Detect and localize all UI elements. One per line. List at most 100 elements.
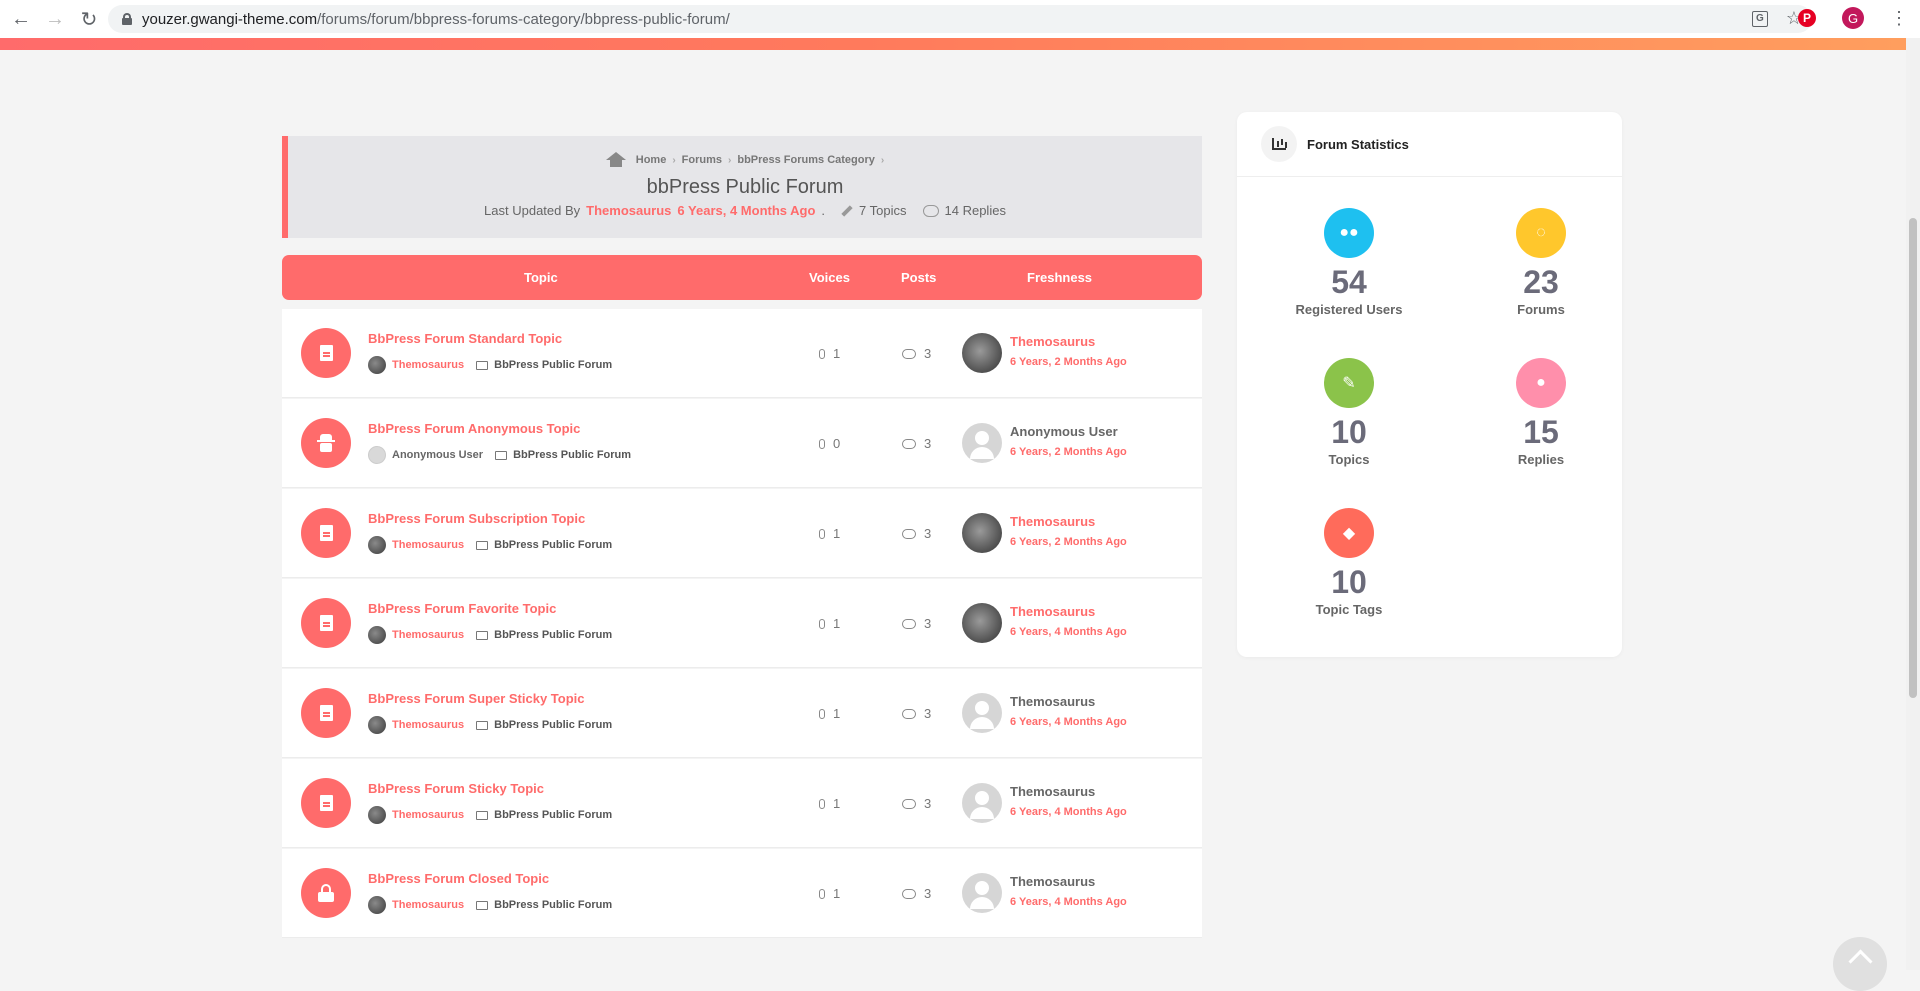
topic-forum-link[interactable]: BbPress Public Forum (494, 359, 612, 371)
author-avatar[interactable] (368, 716, 386, 734)
address-bar[interactable]: youzer.gwangi-theme.com/forums/forum/bbp… (108, 5, 1812, 33)
table-row: BbPress Forum Sticky Topic Themosaurus B… (282, 759, 1202, 848)
topic-forum-link[interactable]: BbPress Public Forum (494, 719, 612, 731)
freshness-time-link[interactable]: 6 Years, 4 Months Ago (1010, 626, 1127, 638)
pinterest-extension-icon[interactable]: P (1798, 9, 1816, 27)
topic-forum-link[interactable]: BbPress Public Forum (494, 629, 612, 641)
topic-title-link[interactable]: BbPress Forum Closed Topic (368, 871, 549, 886)
posts-stat: 3 (902, 526, 931, 541)
page-scrollbar[interactable] (1906, 38, 1920, 970)
topic-forum-link[interactable]: BbPress Public Forum (494, 809, 612, 821)
topic-title-link[interactable]: BbPress Forum Sticky Topic (368, 781, 544, 796)
comments-icon (902, 438, 916, 449)
comments-icon (902, 618, 916, 629)
author-avatar[interactable] (368, 356, 386, 374)
home-icon[interactable] (605, 152, 626, 168)
table-row: BbPress Forum Subscription Topic Themosa… (282, 489, 1202, 578)
freshness-avatar[interactable] (962, 783, 1002, 823)
freshness-author-link[interactable]: Themosaurus (1010, 784, 1095, 799)
topic-forum-link[interactable]: BbPress Public Forum (494, 539, 612, 551)
scrollbar-thumb[interactable] (1909, 218, 1917, 698)
voices-count: 1 (833, 346, 841, 361)
topic-author-link[interactable]: Themosaurus (392, 719, 464, 731)
freshness-time-link[interactable]: 6 Years, 4 Months Ago (1010, 716, 1127, 728)
freshness-time-link[interactable]: 6 Years, 4 Months Ago (1010, 806, 1127, 818)
freshness-author-link[interactable]: Themosaurus (1010, 874, 1095, 889)
topic-author-link[interactable]: Themosaurus (392, 809, 464, 821)
freshness-time-link[interactable]: 6 Years, 2 Months Ago (1010, 536, 1127, 548)
table-row: BbPress Forum Closed Topic Themosaurus B… (282, 849, 1202, 938)
author-avatar[interactable] (368, 896, 386, 914)
stat-label: Topic Tags (1315, 602, 1383, 617)
posts-count: 3 (924, 436, 932, 451)
topic-forum-link[interactable]: BbPress Public Forum (494, 899, 612, 911)
topic-document-icon (301, 328, 351, 378)
posts-stat: 3 (902, 616, 931, 631)
topic-author-link[interactable]: Themosaurus (392, 359, 464, 371)
microphone-icon (819, 618, 825, 629)
scroll-to-top-button[interactable] (1833, 937, 1887, 991)
freshness-author-link[interactable]: Themosaurus (1010, 694, 1095, 709)
topic-title-link[interactable]: BbPress Forum Subscription Topic (368, 511, 585, 526)
back-button[interactable]: ← (4, 2, 38, 36)
topic-forum-link[interactable]: BbPress Public Forum (513, 449, 631, 461)
posts-count: 3 (924, 886, 932, 901)
topic-author-link[interactable]: Themosaurus (392, 539, 464, 551)
posts-stat: 3 (902, 796, 931, 811)
topics-table-header: Topic Voices Posts Freshness (282, 255, 1202, 300)
author-avatar[interactable] (368, 806, 386, 824)
microphone-icon (819, 888, 825, 899)
reload-button[interactable]: ↻ (72, 2, 106, 36)
folder-icon (476, 540, 489, 550)
topic-title-link[interactable]: BbPress Forum Standard Topic (368, 331, 562, 346)
topic-title-link[interactable]: BbPress Forum Anonymous Topic (368, 421, 580, 436)
breadcrumb-separator: › (728, 154, 732, 166)
freshness-time-link[interactable]: 6 Years, 2 Months Ago (1010, 446, 1127, 458)
table-row: BbPress Forum Standard Topic Themosaurus… (282, 309, 1202, 398)
stat-topic-tags: ◆ 10 Topic Tags (1269, 508, 1429, 617)
microphone-icon (819, 798, 825, 809)
breadcrumb-category[interactable]: bbPress Forums Category (737, 154, 875, 166)
breadcrumb-forums[interactable]: Forums (682, 154, 722, 166)
last-updated-author[interactable]: Themosaurus (586, 203, 671, 218)
comments-icon (902, 528, 916, 539)
header-voices: Voices (809, 270, 850, 285)
forum-meta: Last Updated By Themosaurus 6 Years, 4 M… (484, 203, 1006, 218)
posts-count: 3 (924, 796, 932, 811)
topic-title-link[interactable]: BbPress Forum Favorite Topic (368, 601, 556, 616)
topic-author-link[interactable]: Themosaurus (392, 899, 464, 911)
author-avatar[interactable] (368, 626, 386, 644)
topic-title-link[interactable]: BbPress Forum Super Sticky Topic (368, 691, 584, 706)
stat-registered-users: ●● 54 Registered Users (1269, 208, 1429, 317)
table-row: BbPress Forum Favorite Topic Themosaurus… (282, 579, 1202, 668)
freshness-time-link[interactable]: 6 Years, 2 Months Ago (1010, 356, 1127, 368)
breadcrumb-home[interactable]: Home (636, 154, 667, 166)
folder-icon (495, 450, 508, 460)
topic-spy-icon (301, 418, 351, 468)
freshness-avatar[interactable] (962, 333, 1002, 373)
last-updated-time[interactable]: 6 Years, 4 Months Ago (677, 203, 815, 218)
voices-stat: 1 (819, 706, 840, 721)
author-avatar[interactable] (368, 536, 386, 554)
widget-header: Forum Statistics (1237, 112, 1622, 177)
folder-icon (476, 900, 489, 910)
browser-menu-icon[interactable]: ⋮ (1890, 8, 1908, 29)
topic-author: Anonymous User (392, 449, 484, 461)
freshness-author-link[interactable]: Themosaurus (1010, 514, 1095, 529)
folder-icon (476, 720, 489, 730)
freshness-author-link[interactable]: Themosaurus (1010, 334, 1095, 349)
translate-icon[interactable]: G (1751, 10, 1768, 27)
profile-avatar[interactable]: G (1842, 7, 1864, 29)
forward-button[interactable]: → (38, 2, 72, 36)
stat-replies: ● 15 Replies (1461, 358, 1621, 467)
topic-author-link[interactable]: Themosaurus (392, 629, 464, 641)
freshness-avatar[interactable] (962, 603, 1002, 643)
freshness-avatar[interactable] (962, 693, 1002, 733)
freshness-time-link[interactable]: 6 Years, 4 Months Ago (1010, 896, 1127, 908)
freshness-avatar[interactable] (962, 513, 1002, 553)
freshness-author-link[interactable]: Themosaurus (1010, 604, 1095, 619)
comments-icon (902, 888, 916, 899)
stat-label: Forums (1517, 302, 1565, 317)
freshness-avatar[interactable] (962, 873, 1002, 913)
stat-label: Replies (1517, 452, 1565, 467)
